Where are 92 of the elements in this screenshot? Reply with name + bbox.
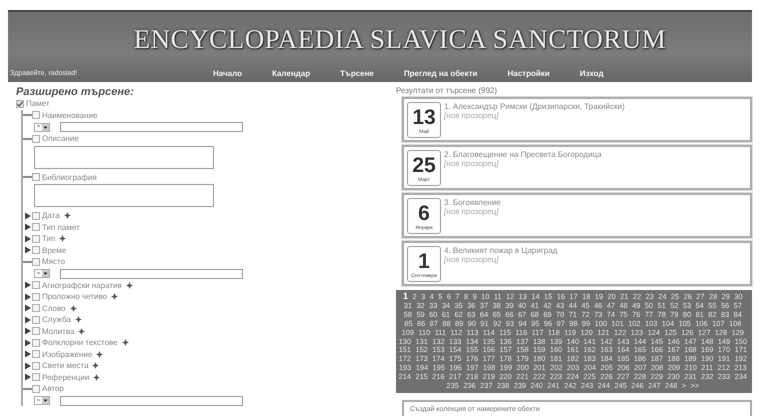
nav-link[interactable]: Изход — [580, 68, 604, 78]
new-window-link[interactable]: [нов прозорец] — [444, 111, 625, 120]
tree-label: Библиография — [42, 172, 97, 182]
nav-link[interactable]: Начало — [213, 68, 242, 78]
checkbox[interactable] — [32, 362, 40, 370]
checkbox[interactable] — [32, 258, 40, 266]
nav-link[interactable]: Календар — [272, 68, 310, 78]
tree-label: Дата — [42, 211, 60, 220]
expand-arrow-icon[interactable] — [23, 338, 32, 347]
text-area[interactable] — [34, 146, 214, 168]
checkbox[interactable] — [32, 173, 40, 182]
tree-label: Изображение — [42, 350, 92, 359]
checkbox[interactable] — [32, 223, 40, 232]
add-icon[interactable] — [59, 235, 66, 242]
add-icon[interactable] — [111, 293, 118, 300]
tree-label: Място — [42, 257, 66, 266]
tree-label: Автор — [42, 384, 64, 394]
new-window-link[interactable]: [нов прозорец] — [444, 159, 602, 168]
results-heading: Резултати от търсене (992) — [396, 86, 498, 95]
expand-arrow-icon[interactable] — [23, 281, 32, 290]
add-icon[interactable] — [122, 339, 129, 346]
dropdown-arrow-icon — [42, 124, 50, 130]
expand-arrow-icon[interactable] — [23, 223, 32, 232]
nav-link[interactable]: Преглед на обекти — [404, 68, 478, 78]
day-number: 13 — [412, 107, 436, 129]
checkbox[interactable] — [32, 304, 40, 312]
new-window-link[interactable]: [нов прозорец] — [444, 207, 501, 216]
checkbox[interactable] — [32, 281, 40, 290]
checkbox[interactable] — [32, 212, 40, 220]
checkbox[interactable] — [32, 234, 40, 243]
tree-label: Наименование — [42, 110, 98, 120]
dropdown-arrow-icon — [42, 397, 50, 404]
checkbox[interactable] — [32, 373, 40, 382]
page-link[interactable]: 1 — [403, 291, 408, 301]
expand-arrow-icon[interactable] — [23, 350, 32, 358]
expand-arrow-icon[interactable] — [23, 212, 32, 220]
tree-label: Тип памет — [42, 222, 80, 232]
add-icon[interactable] — [64, 212, 71, 220]
checkbox[interactable] — [32, 350, 40, 358]
expand-arrow-icon[interactable] — [23, 373, 32, 382]
checkbox[interactable] — [32, 338, 40, 347]
tree-label: Време — [42, 246, 66, 255]
add-icon[interactable] — [93, 374, 100, 381]
text-area[interactable] — [34, 184, 214, 207]
add-icon[interactable] — [74, 316, 82, 324]
tree-label: Молитва — [42, 326, 74, 336]
search-input[interactable] — [60, 122, 244, 132]
tree-label: Описание — [42, 134, 79, 144]
expand-arrow-icon[interactable] — [23, 327, 32, 336]
expand-arrow-icon[interactable] — [23, 304, 32, 312]
tree-label: Слово — [42, 304, 66, 313]
new-window-link[interactable]: [нов прозорец] — [444, 255, 558, 264]
checkbox[interactable] — [16, 100, 24, 108]
add-icon[interactable] — [126, 282, 133, 289]
checkbox[interactable] — [32, 111, 40, 120]
search-input[interactable] — [60, 396, 244, 406]
tree-label: Тип — [42, 234, 56, 244]
checkbox[interactable] — [32, 134, 40, 143]
result-title: 3. Богоявление — [444, 198, 501, 207]
section-heading: Разширено търсене: — [16, 86, 135, 98]
day-number: 6 — [418, 203, 430, 225]
search-input[interactable] — [60, 268, 244, 278]
expand-arrow-icon[interactable] — [23, 316, 32, 324]
expand-arrow-icon[interactable] — [23, 292, 32, 301]
checkbox[interactable] — [32, 384, 40, 393]
expand-arrow-icon[interactable] — [23, 234, 32, 243]
day-number: 25 — [412, 155, 436, 177]
tree-label: Памет — [26, 99, 50, 108]
add-icon[interactable] — [92, 362, 100, 370]
checkbox[interactable] — [32, 316, 40, 324]
checkbox[interactable] — [32, 327, 40, 336]
nav-link[interactable]: Търсене — [340, 68, 374, 78]
add-icon[interactable] — [70, 304, 77, 312]
expand-arrow-icon[interactable] — [23, 246, 32, 254]
site-title: ENCYCLOPAEDIA SLAVICA SANCTORUM — [134, 24, 666, 54]
add-icon[interactable] — [78, 328, 86, 335]
day-number: 1 — [418, 251, 430, 273]
checkbox[interactable] — [32, 246, 40, 254]
dropdown-arrow-icon — [42, 270, 50, 277]
nav-link[interactable]: Настройки — [507, 68, 550, 78]
tree-label: Служба — [42, 315, 71, 324]
result-title: 2. Благовещение на Пресвета Богородица — [444, 150, 602, 159]
result-title: 4. Великият пожар в Цариград — [444, 246, 558, 255]
tree-label: Референции — [42, 372, 90, 382]
add-icon[interactable] — [96, 350, 104, 358]
expand-arrow-icon[interactable] — [23, 362, 32, 370]
checkbox[interactable] — [32, 292, 40, 301]
tree-label: Агиографски наратив — [42, 280, 122, 290]
tree-label: Проложно четиво — [42, 292, 108, 302]
tree-label: Свети места — [42, 361, 88, 370]
result-title: 1. Александър Римски (Дризипарски, Тракийски) — [444, 102, 625, 111]
tree-label: Фолклорни текстове — [42, 338, 118, 348]
